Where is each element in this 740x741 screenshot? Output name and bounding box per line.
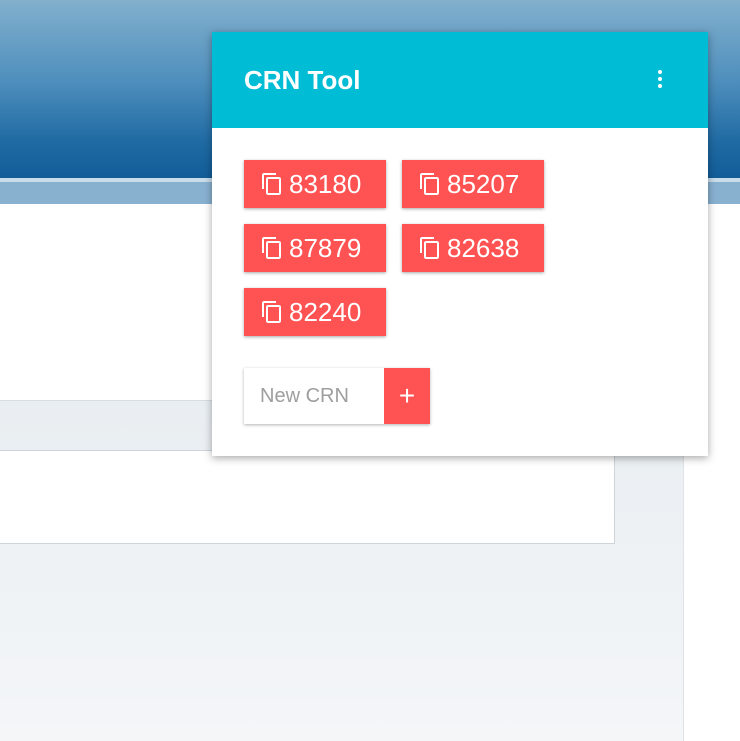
crn-tool-popup: CRN Tool 83180 85207 87879 82638 82240 +	[212, 32, 708, 456]
new-crn-form: +	[244, 368, 430, 424]
crn-number: 85207	[447, 169, 520, 199]
popup-title: CRN Tool	[244, 65, 361, 95]
crn-number: 82240	[289, 297, 362, 327]
copy-icon	[420, 237, 439, 259]
plus-icon: +	[398, 380, 416, 411]
crn-chip[interactable]: 85207	[402, 160, 544, 208]
page-content-box	[0, 450, 615, 544]
copy-icon	[420, 173, 439, 195]
add-crn-button[interactable]: +	[384, 368, 430, 424]
copy-icon	[262, 173, 281, 195]
crn-chip[interactable]: 83180	[244, 160, 386, 208]
copy-icon	[262, 301, 281, 323]
more-vert-icon[interactable]	[648, 66, 672, 92]
crn-chip[interactable]: 82240	[244, 288, 386, 336]
crn-chip[interactable]: 87879	[244, 224, 386, 272]
crn-chip[interactable]: 82638	[402, 224, 544, 272]
popup-header: CRN Tool	[212, 32, 708, 128]
crn-number: 82638	[447, 233, 520, 263]
crn-number: 87879	[289, 233, 362, 263]
copy-icon	[262, 237, 281, 259]
new-crn-input[interactable]	[244, 368, 384, 424]
crn-number: 83180	[289, 169, 362, 199]
